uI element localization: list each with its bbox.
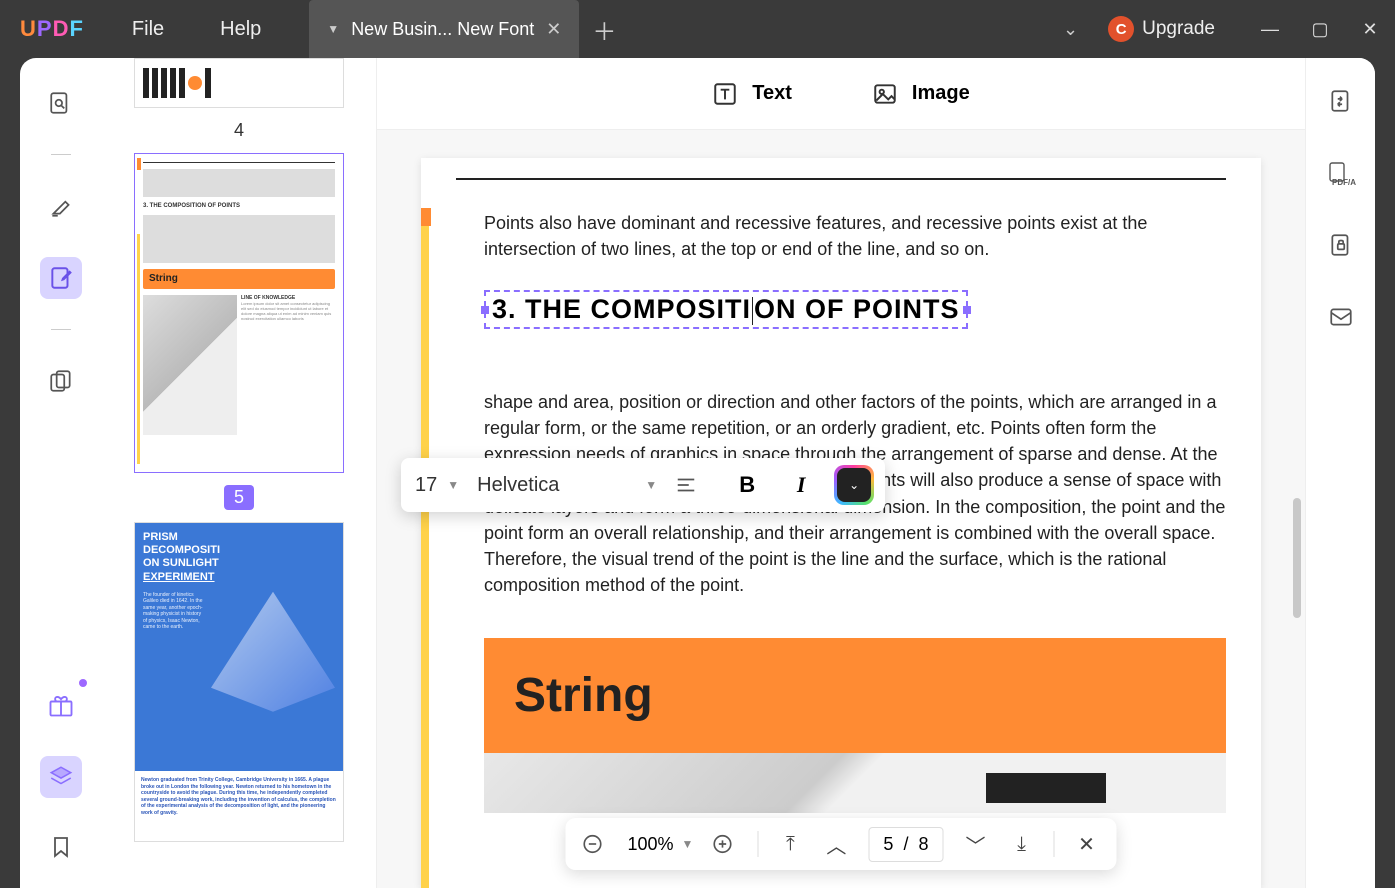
add-image-button[interactable]: Image	[872, 81, 970, 107]
italic-button[interactable]: I	[783, 472, 819, 498]
minimize-button[interactable]: —	[1245, 19, 1295, 40]
left-toolbar	[20, 58, 102, 888]
thumbnail-number-5: 5	[224, 485, 254, 510]
zoom-level[interactable]: 100%▼	[627, 834, 693, 855]
page-5[interactable]: Points also have dominant and recessive …	[421, 158, 1261, 888]
layers-button[interactable]	[40, 756, 82, 798]
app-logo: UPDF	[20, 16, 84, 42]
text-format-toolbar[interactable]: 17▼ Helvetica▼ B I ⌄	[401, 458, 885, 512]
thumbnail-panel[interactable]: 4 3. THE COMPOSITION OF POINTS String LI…	[102, 58, 377, 888]
gift-button[interactable]	[40, 684, 82, 726]
zoom-in-button[interactable]	[711, 833, 739, 855]
document-tab[interactable]: ▼ New Busin... New Font ✕	[309, 0, 579, 58]
upgrade-button[interactable]: C Upgrade	[1108, 16, 1215, 42]
document-view: Text Image Points also have dominant and…	[377, 58, 1305, 888]
font-size-select[interactable]: 17▼	[415, 474, 459, 497]
add-text-button[interactable]: Text	[712, 81, 792, 107]
search-tool[interactable]	[40, 82, 82, 124]
tab-close-icon[interactable]: ✕	[546, 19, 561, 40]
pages-tool[interactable]	[40, 360, 82, 402]
edit-toolbar: Text Image	[377, 58, 1305, 130]
protect-button[interactable]	[1320, 224, 1362, 266]
paragraph[interactable]: Points also have dominant and recessive …	[484, 210, 1226, 262]
string-heading[interactable]: String	[484, 638, 1226, 753]
new-tab-button[interactable]: ＋	[579, 12, 629, 47]
right-toolbar: PDF/A	[1305, 58, 1375, 888]
font-family-select[interactable]: Helvetica▼	[477, 474, 657, 497]
page-navigation-bar: 100%▼ ⤒ ︿ 5 / 8 ﹀ ⤓ ✕	[565, 818, 1116, 870]
selected-text-box[interactable]: 3. THE COMPOSITION OF POINTS	[484, 290, 968, 329]
thumbnail-number-4: 4	[234, 120, 244, 141]
page-indicator[interactable]: 5 / 8	[868, 827, 943, 862]
thumbnail-page-6[interactable]: PRISMDECOMPOSITION SUNLIGHTEXPERIMENT Th…	[134, 522, 344, 842]
pdfa-button[interactable]: PDF/A	[1320, 152, 1362, 194]
next-page-button[interactable]: ﹀	[962, 830, 990, 859]
avatar: C	[1108, 16, 1134, 42]
close-nav-button[interactable]: ✕	[1073, 832, 1101, 857]
first-page-button[interactable]: ⤒	[776, 833, 804, 856]
highlight-tool[interactable]	[40, 185, 82, 227]
menu-help[interactable]: Help	[192, 18, 289, 41]
close-button[interactable]: ✕	[1345, 19, 1395, 40]
upgrade-label: Upgrade	[1142, 18, 1215, 40]
edit-tool[interactable]	[40, 257, 82, 299]
thumbnail-page-4[interactable]	[134, 58, 344, 108]
tab-dropdown-icon[interactable]: ▼	[327, 22, 339, 36]
bookmark-button[interactable]	[40, 826, 82, 868]
heading-text[interactable]: 3. THE COMPOSITION OF POINTS	[492, 294, 960, 324]
page-image[interactable]	[484, 753, 1226, 813]
menu-file[interactable]: File	[104, 18, 192, 41]
align-left-button[interactable]	[675, 474, 711, 496]
bold-button[interactable]: B	[729, 472, 765, 498]
convert-button[interactable]	[1320, 80, 1362, 122]
zoom-out-button[interactable]	[581, 833, 609, 855]
share-button[interactable]	[1320, 296, 1362, 338]
text-color-button[interactable]: ⌄	[837, 468, 871, 502]
document-scroll[interactable]: Points also have dominant and recessive …	[377, 130, 1305, 888]
last-page-button[interactable]: ⤓	[1008, 833, 1036, 856]
prev-page-button[interactable]: ︿	[822, 830, 850, 859]
thumbnail-page-5[interactable]: 3. THE COMPOSITION OF POINTS String LINE…	[134, 153, 344, 473]
maximize-button[interactable]: ▢	[1295, 19, 1345, 40]
scrollbar-thumb[interactable]	[1293, 498, 1301, 618]
account-dropdown-icon[interactable]: ⌄	[1033, 19, 1108, 40]
svg-text:PDF/A: PDF/A	[1332, 178, 1356, 186]
tab-title: New Busin... New Font	[351, 19, 534, 40]
